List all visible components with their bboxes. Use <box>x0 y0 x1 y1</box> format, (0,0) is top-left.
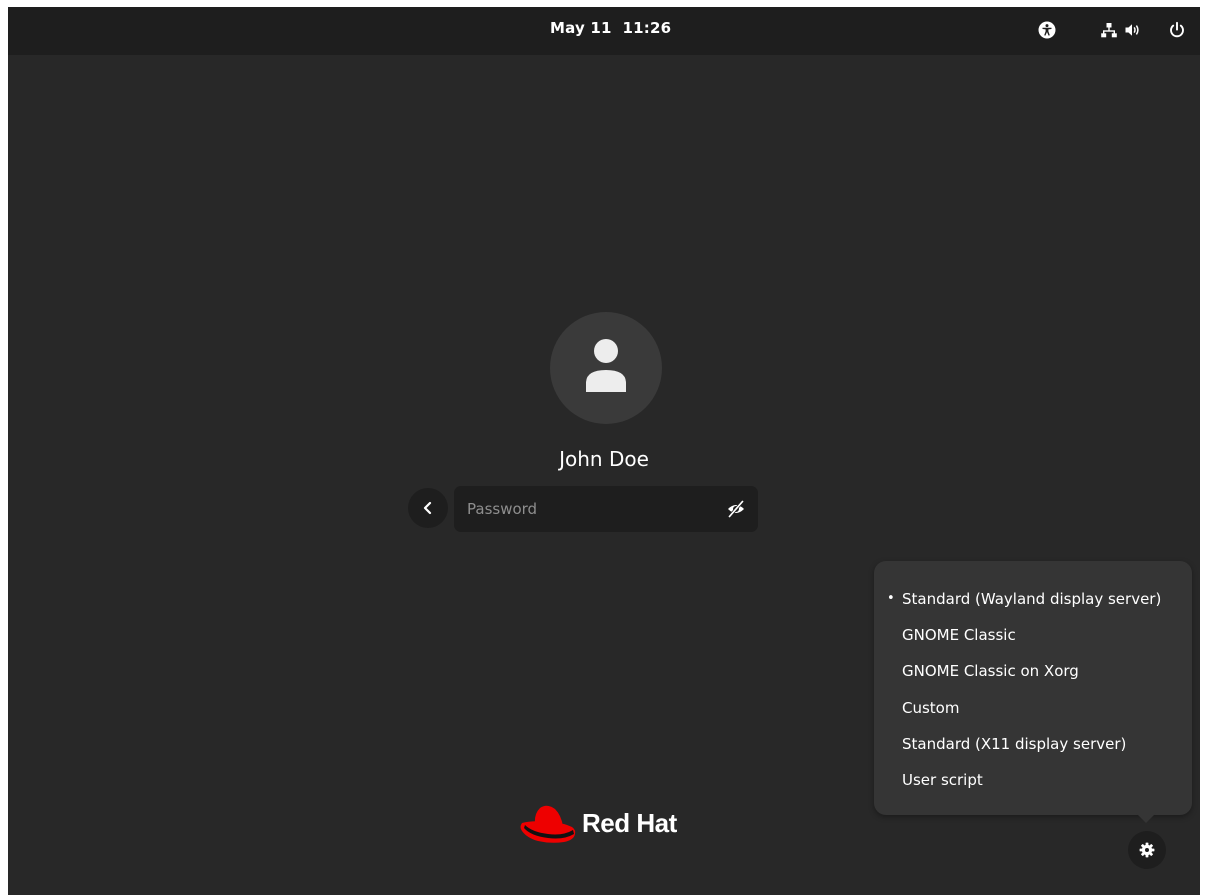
red-hat-logo-icon <box>520 805 576 843</box>
login-screen: May 11 11:26 John Doe • Standard (Waylan… <box>8 7 1200 895</box>
password-input[interactable] <box>454 486 717 532</box>
brand-logo: Red Hat <box>518 804 708 848</box>
gear-icon <box>1139 842 1155 858</box>
session-option-gnome-classic-xorg[interactable]: GNOME Classic on Xorg <box>874 655 1192 687</box>
session-settings-button[interactable] <box>1128 831 1166 869</box>
user-avatar <box>550 312 662 424</box>
accessibility-icon[interactable] <box>1038 21 1056 39</box>
top-bar: May 11 11:26 <box>8 7 1200 55</box>
user-icon <box>586 339 626 392</box>
session-menu: • Standard (Wayland display server) GNOM… <box>874 561 1192 815</box>
user-name: John Doe <box>559 447 649 471</box>
selected-bullet: • <box>887 591 895 606</box>
power-icon[interactable] <box>1168 21 1186 39</box>
volume-icon[interactable] <box>1124 21 1142 39</box>
chevron-left-icon <box>423 501 432 515</box>
network-wired-icon[interactable] <box>1100 21 1118 39</box>
menu-pointer <box>1136 813 1156 823</box>
session-option-gnome-classic[interactable]: GNOME Classic <box>874 619 1192 651</box>
brand-name: Red Hat <box>582 808 677 838</box>
back-button[interactable] <box>408 488 448 528</box>
clock[interactable]: May 11 11:26 <box>550 19 671 37</box>
session-option-user-script[interactable]: User script <box>874 764 1192 796</box>
session-option-custom[interactable]: Custom <box>874 692 1192 724</box>
reveal-password-icon[interactable] <box>726 499 746 519</box>
password-field[interactable] <box>454 486 758 532</box>
session-option-wayland[interactable]: • Standard (Wayland display server) <box>874 583 1192 615</box>
session-option-x11[interactable]: Standard (X11 display server) <box>874 728 1192 760</box>
